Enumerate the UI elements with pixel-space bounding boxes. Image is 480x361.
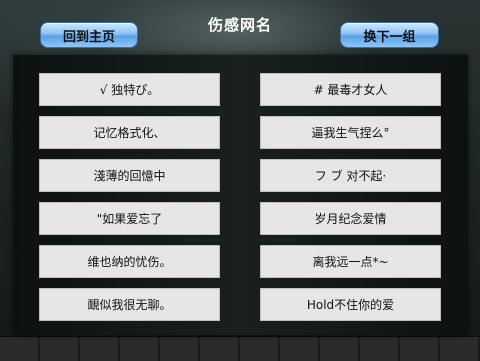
name-item[interactable]: 记忆格式化、 (39, 116, 220, 149)
name-item[interactable]: 淺薄的回憶中 (39, 159, 220, 192)
home-button[interactable]: 回到主页 (40, 22, 138, 48)
name-item[interactable]: フ ブ 对不起· (260, 159, 441, 192)
name-item[interactable]: √ 独特ぴ。 (39, 73, 220, 106)
name-item[interactable]: 靦似我很无聊。 (39, 288, 220, 321)
name-item[interactable]: 逼我生气捏么° (260, 116, 441, 149)
name-item[interactable]: # 最毒才女人 (260, 73, 441, 106)
name-item[interactable]: Hold不住你的爱 (260, 288, 441, 321)
name-item[interactable]: 维也纳的忧伤。 (39, 245, 220, 278)
next-group-button[interactable]: 换下一组 (340, 22, 439, 48)
name-item[interactable]: 离我远一点*~ (260, 245, 441, 278)
name-item[interactable]: 岁月纪念爱情 (260, 202, 441, 235)
name-item[interactable]: "如果爱忘了 (39, 202, 220, 235)
floor-decoration (0, 336, 480, 361)
